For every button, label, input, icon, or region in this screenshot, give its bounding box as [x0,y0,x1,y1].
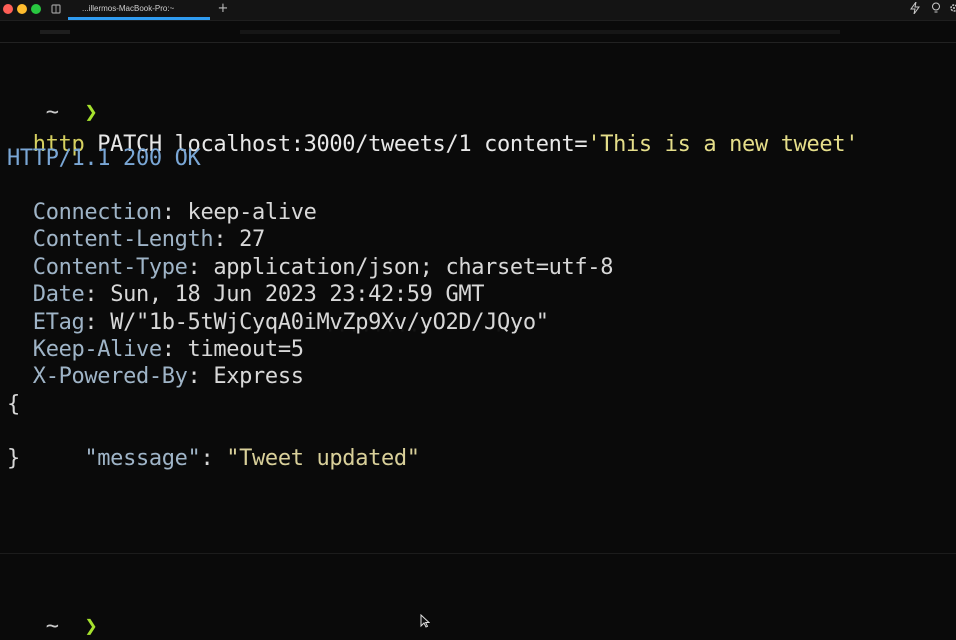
scrollback-edge [0,20,956,43]
prompt-line-2[interactable]: ~ ❯ [20,586,98,640]
zoom-window-button[interactable] [31,4,41,14]
close-window-button[interactable] [3,4,13,14]
bulb-icon[interactable] [930,2,942,16]
prompt-arrow-icon: ❯ [84,614,98,639]
command-value: 'This is a new tweet' [587,132,859,157]
json-key: "message" [84,446,201,471]
book-icon[interactable] [50,3,62,15]
prompt-separator [0,553,956,554]
minimize-window-button[interactable] [17,4,27,14]
tab-title: ...illermos-MacBook-Pro:~ [82,4,175,13]
prompt-tilde: ~ [45,614,59,639]
http-status-line: HTTP/1.1 200 OK [7,146,201,171]
header-line: X-Powered-By: Express [32,364,304,389]
header-key: X-Powered-By [32,364,188,389]
gear-icon[interactable] [948,2,956,16]
header-value: Express [213,364,304,389]
bolt-icon[interactable] [909,1,921,16]
new-tab-button[interactable]: + [216,1,230,17]
json-line: "message": "Tweet updated" [84,446,420,471]
json-open-brace: { [7,392,20,417]
title-bar: ...illermos-MacBook-Pro:~ + [0,0,956,21]
json-value: "Tweet updated" [226,446,420,471]
json-close-brace: } [7,446,20,471]
scrollback-fragment [240,30,840,34]
mouse-pointer-icon [420,613,431,628]
scrollback-fragment [40,30,70,34]
